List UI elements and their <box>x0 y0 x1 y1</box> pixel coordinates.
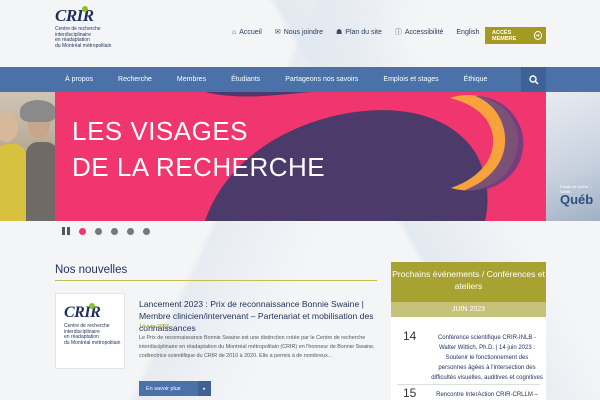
crir-logo[interactable]: CRIR Centre de recherche interdisciplina… <box>55 6 127 62</box>
hero-banner[interactable]: LES VISAGES DE LA RECHERCHE <box>55 92 546 221</box>
news-heading: Nos nouvelles <box>55 264 128 276</box>
news-item-date: 14 juin 2023 <box>139 324 169 330</box>
event-text: Rencontre InterAction CRIR-CRLLM – <box>436 392 538 398</box>
chevron-right-icon: ▸ <box>198 381 211 396</box>
news-item-excerpt: Le Prix de reconnaissance Bonnie Swaine … <box>139 335 375 359</box>
slider-dot-5[interactable] <box>143 227 150 235</box>
home-icon: ⌂ <box>232 28 237 36</box>
member-access-button[interactable]: ACCÈS MEMBRE ➜ <box>485 27 546 44</box>
logo-dot <box>82 6 88 12</box>
logo-text: Centre de recherche interdisciplinaire e… <box>55 26 112 49</box>
search-icon <box>528 74 539 85</box>
news-divider <box>55 280 377 281</box>
person-face <box>0 112 18 142</box>
events-panel: Prochains événements / Conférences et at… <box>391 262 546 400</box>
slider-dot-1[interactable] <box>79 227 86 235</box>
news-thumbnail-logo[interactable]: CRIR Centre de recherche interdisciplina… <box>55 293 125 369</box>
topnav-plan-du-site[interactable]: ☗ Plan du site <box>336 28 382 37</box>
read-more-label: En savoir plus <box>146 385 181 392</box>
person-body <box>0 144 26 221</box>
nav-item-etudiants[interactable]: Étudiants <box>221 76 260 83</box>
event-day: 15 <box>403 386 417 400</box>
slider-controls <box>62 227 150 235</box>
nav-item-emplois[interactable]: Emplois et stages <box>373 76 438 83</box>
info-icon: ⓘ <box>394 29 402 36</box>
topnav-label: English <box>456 28 480 36</box>
previous-slide-photo <box>0 92 55 221</box>
nav-extension-right <box>546 67 600 92</box>
site-header: CRIR Centre de recherche interdisciplina… <box>0 0 600 66</box>
slider-dot-2[interactable] <box>95 227 102 235</box>
slider-dot-4[interactable] <box>127 227 134 235</box>
topnav-label: Accessibilité <box>404 28 444 36</box>
nav-item-recherche[interactable]: Recherche <box>108 76 152 83</box>
topnav-accueil[interactable]: ⌂ Accueil <box>232 29 262 36</box>
events-month: JUIN 2023 <box>391 302 546 317</box>
event-separator <box>397 384 540 385</box>
banner-title-line-2: DE LA RECHERCHE <box>72 152 326 182</box>
top-utility-nav: ⌂ Accueil ✉ Nous joindre ☗ Plan du site … <box>232 27 479 37</box>
next-slide-text: Québ <box>560 192 594 207</box>
nav-item-ethique[interactable]: Éthique <box>454 76 488 83</box>
next-slide-panel: Fonds de reche… Santé Québ <box>546 92 600 221</box>
nav-item-partageons[interactable]: Partageons nos savoirs <box>275 76 358 83</box>
topnav-accessibilite[interactable]: ⓘ Accessibilité <box>395 27 444 37</box>
member-access-label: ACCÈS MEMBRE <box>492 29 517 42</box>
person-body <box>26 142 55 221</box>
topnav-label: Plan du site <box>345 28 382 36</box>
arrow-circle-icon: ➜ <box>533 31 542 40</box>
nav-item-membres[interactable]: Membres <box>167 76 206 83</box>
event-day: 14 <box>403 329 417 343</box>
events-heading: Prochains événements / Conférences et at… <box>391 262 546 302</box>
topnav-label: Nous joindre <box>283 28 323 36</box>
nav-extension-left <box>0 67 55 92</box>
banner-title-line-1: LES VISAGES <box>72 116 249 146</box>
news-item-title[interactable]: Lancement 2023 : Prix de reconnaissance … <box>139 298 379 334</box>
logo-text: Centre de recherche interdisciplinaire e… <box>64 323 121 346</box>
sitemap-icon: ☗ <box>336 29 343 36</box>
search-button[interactable] <box>521 67 546 92</box>
topnav-english[interactable]: English <box>456 29 479 36</box>
envelope-icon: ✉ <box>274 29 281 36</box>
logo-dot <box>89 303 95 309</box>
topnav-label: Accueil <box>239 28 262 36</box>
main-nav: À propos Recherche Membres Étudiants Par… <box>55 67 546 92</box>
event-text: Conférence scientifique CRIR-INLB - Walt… <box>431 335 543 381</box>
nav-item-a-propos[interactable]: À propos <box>55 76 93 83</box>
slider-dot-3[interactable] <box>111 227 118 235</box>
read-more-button[interactable]: En savoir plus ▸ <box>139 381 211 396</box>
topnav-nous-joindre[interactable]: ✉ Nous joindre <box>274 28 323 37</box>
pause-icon[interactable] <box>62 227 70 235</box>
person-hair <box>20 100 55 122</box>
